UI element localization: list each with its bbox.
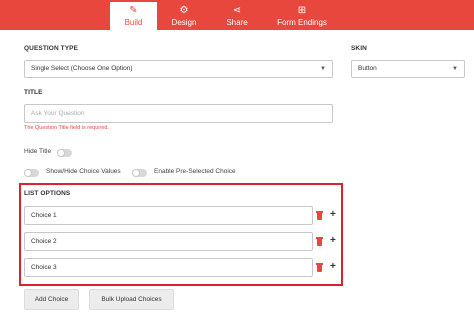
tab-form-endings-label: Form Endings — [277, 18, 327, 27]
edit-icon: ✎ — [129, 5, 138, 16]
question-type-select[interactable]: Single Select (Choose One Option) ▼ — [24, 60, 333, 78]
show-hide-choice-values-label: Show/Hide Choice Values — [46, 168, 121, 175]
choice-value: Choice 2 — [31, 238, 57, 245]
trash-icon[interactable] — [316, 263, 323, 272]
tab-share-label: Share — [226, 18, 248, 27]
enable-preselected-label: Enable Pre-Selected Choice — [154, 168, 236, 175]
tab-design[interactable]: ⚙ Design — [160, 2, 208, 30]
share-icon: ⋖ — [232, 5, 242, 16]
trash-icon[interactable] — [316, 211, 323, 220]
skin-select[interactable]: Button ▼ — [351, 60, 465, 78]
plus-icon[interactable]: + — [330, 236, 336, 246]
choice-input[interactable]: Choice 1 — [24, 206, 313, 225]
caret-down-icon: ▼ — [320, 66, 326, 72]
tab-design-label: Design — [171, 18, 197, 27]
hide-title-label: Hide Title — [24, 148, 52, 155]
question-type-value: Single Select (Choose One Option) — [31, 65, 133, 72]
question-type-label: QUESTION TYPE — [24, 45, 79, 52]
choice-value: Choice 3 — [31, 264, 57, 271]
show-hide-choice-values-toggle[interactable] — [24, 169, 39, 177]
title-input[interactable]: Ask Your Question — [24, 104, 333, 123]
plus-icon[interactable]: + — [330, 262, 336, 272]
sitemap-icon: ⊞ — [297, 5, 307, 16]
tab-form-endings[interactable]: ⊞ Form Endings — [268, 2, 336, 30]
enable-preselected-toggle[interactable] — [132, 169, 147, 177]
trash-icon[interactable] — [316, 237, 323, 246]
choice-value: Choice 1 — [31, 212, 57, 219]
choice-input[interactable]: Choice 2 — [24, 232, 313, 251]
tab-build[interactable]: ✎ Build — [110, 2, 157, 30]
hide-title-toggle[interactable] — [57, 149, 72, 157]
title-placeholder: Ask Your Question — [31, 110, 85, 117]
bulk-upload-choices-button[interactable]: Bulk Upload Choices — [89, 289, 174, 310]
caret-down-icon: ▼ — [452, 66, 458, 72]
top-nav-bar: ✎ Build ⚙ Design ⋖ Share ⊞ Form Endings — [0, 0, 474, 30]
tab-share[interactable]: ⋖ Share — [212, 2, 262, 30]
tab-build-label: Build — [124, 18, 143, 27]
title-label: TITLE — [24, 89, 43, 96]
title-error-message: The Question Title field is required. — [24, 125, 109, 131]
skin-value: Button — [358, 65, 377, 72]
gear-icon: ⚙ — [179, 5, 189, 16]
choice-input[interactable]: Choice 3 — [24, 258, 313, 277]
add-choice-button[interactable]: Add Choice — [24, 289, 79, 310]
list-options-label: LIST OPTIONS — [24, 190, 71, 197]
plus-icon[interactable]: + — [330, 210, 336, 220]
skin-label: SKIN — [351, 45, 367, 52]
